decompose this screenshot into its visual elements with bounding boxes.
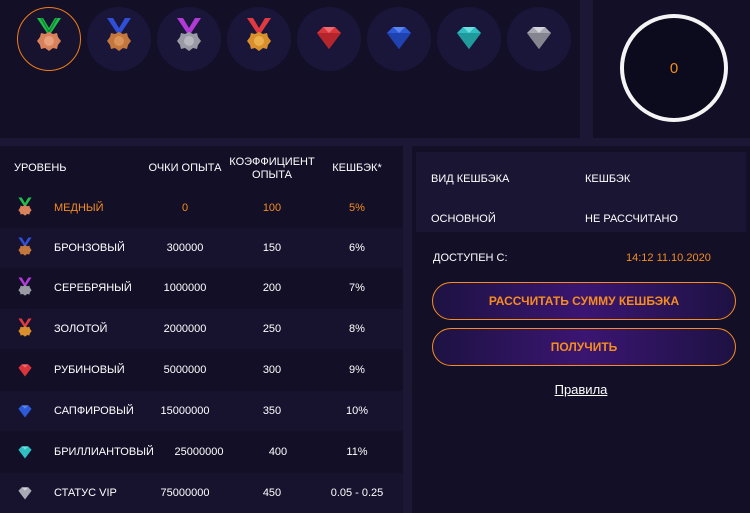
row-cashback: 5% [349,202,365,214]
table-row: РУБИНОВЫЙ 5000000 300 9% [0,350,403,390]
row-coef: 150 [262,242,282,254]
row-cashback: 8% [349,323,365,335]
sapphire-gem-icon [387,27,411,49]
row-cashback: 10% [345,405,369,417]
silver-medal-icon [14,276,36,302]
copper-medal-icon [37,17,61,51]
table-row: БРОНЗОВЫЙ 300000 150 6% [0,228,403,268]
row-points: 300000 [166,242,204,254]
row-level-name: БРОНЗОВЫЙ [54,242,125,254]
row-level-name: СЕРЕБРЯНЫЙ [54,282,132,294]
balance-ring: 0 [620,14,728,122]
row-cashback: 9% [349,364,365,376]
table-row: СЕРЕБРЯНЫЙ 1000000 200 7% [0,268,403,308]
level-icon-ruby[interactable] [297,7,361,71]
cashback-type-value: ОСНОВНОЙ [431,213,496,225]
vip-gem-icon [527,27,551,49]
balance-panel: 0 [593,0,750,138]
row-cashback: 0.05 - 0.25 [330,487,384,499]
row-level-name: МЕДНЫЙ [54,202,104,214]
row-level-name: ЗОЛОТОЙ [54,323,108,335]
row-coef: 350 [262,405,282,417]
vip-gem-icon [14,481,36,507]
level-icon-gold[interactable] [227,7,291,71]
row-points: 2000000 [163,323,207,335]
row-level-name: САПФИРОВЫЙ [54,405,134,417]
row-coef: 250 [262,323,282,335]
header-coef-line2: ОПЫТА [252,169,292,181]
row-points: 5000000 [163,364,207,376]
calculate-cashback-button[interactable]: РАССЧИТАТЬ СУММУ КЕШБЭКА [432,282,736,320]
row-points: 0 [181,202,189,214]
row-coef: 300 [262,364,282,376]
cashback-table: ВИД КЕШБЭКА КЕШБЭК ОСНОВНОЙ НЕ РАССЧИТАН… [416,152,746,232]
level-icon-vip[interactable] [507,7,571,71]
header-level: УРОВЕНЬ [14,162,67,174]
cashback-table-row: ОСНОВНОЙ НЕ РАССЧИТАНО [416,199,746,239]
table-row: САПФИРОВЫЙ 15000000 350 10% [0,391,403,431]
rules-link[interactable]: Правила [412,382,750,397]
level-icon-sapphire[interactable] [367,7,431,71]
row-level-name: БРИЛЛИАНТОВЫЙ [54,446,154,458]
gold-medal-icon [247,18,271,51]
ruby-gem-icon [14,358,36,384]
gold-medal-icon [14,317,36,343]
levels-table: УРОВЕНЬ ОЧКИ ОПЫТА КОЭФФИЦИЕНТ ОПЫТА КЕШ… [0,146,403,513]
row-points: 75000000 [160,487,210,499]
balance-value: 0 [669,59,679,77]
header-cashback-type: ВИД КЕШБЭКА [431,173,510,185]
row-level-name: СТАТУС VIP [54,487,117,499]
row-coef: 200 [262,282,282,294]
available-date: 14:12 11.10.2020 [626,252,711,264]
level-icon-silver[interactable] [157,7,221,71]
table-header: УРОВЕНЬ ОЧКИ ОПЫТА КОЭФФИЦИЕНТ ОПЫТА КЕШ… [0,146,403,190]
copper-medal-icon [14,196,36,222]
cashback-panel: ВИД КЕШБЭКА КЕШБЭК ОСНОВНОЙ НЕ РАССЧИТАН… [412,146,750,513]
table-row: ЗОЛОТОЙ 2000000 250 8% [0,309,403,349]
row-coef: 100 [262,202,282,214]
header-coef-line1: КОЭФФИЦИЕНТ [229,156,315,168]
receive-cashback-button[interactable]: ПОЛУЧИТЬ [432,328,736,366]
bronze-medal-icon [14,236,36,262]
bronze-medal-icon [107,18,131,51]
diamond-gem-icon [14,440,36,466]
row-coef: 450 [262,487,282,499]
row-points: 15000000 [160,405,210,417]
ruby-gem-icon [317,27,341,49]
row-level-name: РУБИНОВЫЙ [54,364,125,376]
table-row: СТАТУС VIP 75000000 450 0.05 - 0.25 [0,473,403,513]
row-coef: 400 [268,446,288,458]
level-icon-diamond[interactable] [437,7,501,71]
level-icon-bronze[interactable] [87,7,151,71]
header-cashback-amount: КЕШБЭК [585,173,631,185]
levels-strip [0,0,580,138]
diamond-gem-icon [457,27,481,49]
row-cashback: 6% [349,242,365,254]
silver-medal-icon [177,18,201,51]
row-cashback: 11% [346,446,368,458]
header-points: ОЧКИ ОПЫТА [148,162,222,174]
cashback-table-header: ВИД КЕШБЭКА КЕШБЭК [416,159,746,199]
row-points: 1000000 [163,282,207,294]
cashback-amount-value: НЕ РАССЧИТАНО [585,213,678,225]
header-coef: КОЭФФИЦИЕНТ ОПЫТА [222,156,322,182]
header-cashback: КЕШБЭК* [332,162,382,174]
table-row: БРИЛЛИАНТОВЫЙ 25000000 400 11% [0,432,403,472]
row-cashback: 7% [349,282,365,294]
level-icon-copper[interactable] [17,7,81,71]
sapphire-gem-icon [14,399,36,425]
available-label: ДОСТУПЕН С: [433,252,508,264]
table-row: МЕДНЫЙ 0 100 5% [0,188,403,228]
